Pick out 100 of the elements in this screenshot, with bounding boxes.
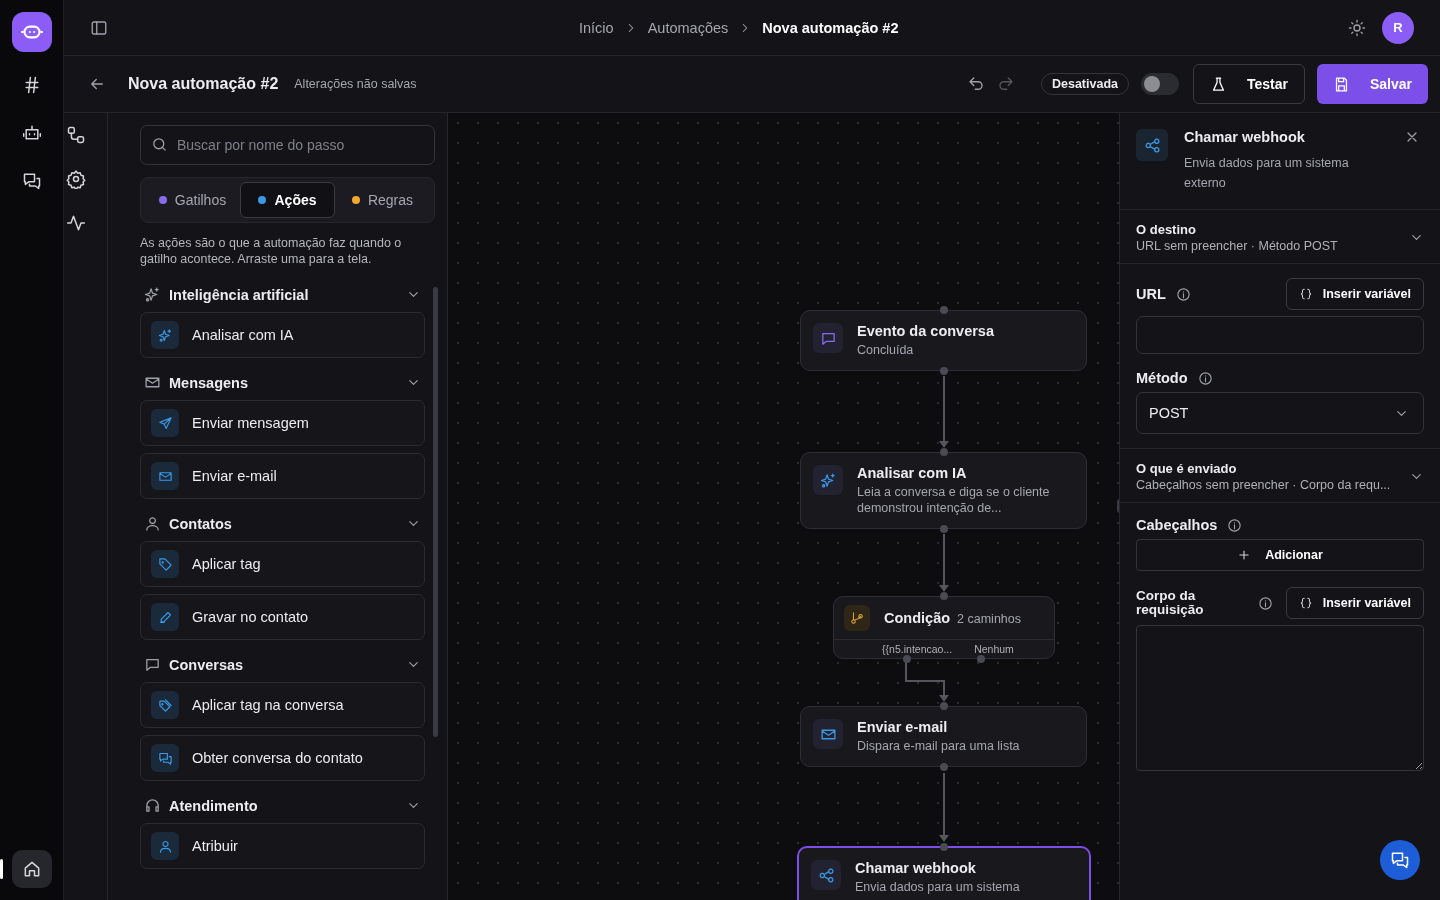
tab-description: As ações são o que a automação faz quando o gatilho acontece. Arraste uma para a tela. <box>140 235 403 267</box>
panel-description: Envia dados para um sistema externo <box>1184 155 1350 192</box>
info-icon[interactable] <box>1175 286 1191 302</box>
node-description: Dispara e-mail para uma lista <box>857 738 1020 754</box>
pen-icon <box>157 609 173 625</box>
info-icon[interactable] <box>1197 370 1213 386</box>
connection-handle[interactable] <box>940 843 948 851</box>
save-button[interactable]: Salvar <box>1316 64 1428 104</box>
field-label: URL <box>1136 286 1166 302</box>
section-header[interactable]: O que é enviado Cabeçalhos sem preencher · Corpo da requ... <box>1120 448 1440 503</box>
info-icon[interactable] <box>1227 517 1243 533</box>
sun-icon[interactable] <box>1348 18 1366 37</box>
category-tab[interactable]: Regras <box>335 182 430 218</box>
step-item[interactable]: Obter conversa do contato <box>140 735 425 781</box>
breadcrumb-link[interactable]: Automações <box>647 19 729 36</box>
node-description: Leia a conversa e diga se o cliente demonstrou intenção de... <box>857 484 1051 516</box>
chats-icon <box>157 750 173 766</box>
group-title[interactable]: Conversas <box>169 656 398 673</box>
plus-icon <box>1237 548 1252 562</box>
group-title[interactable]: Mensagens <box>169 374 398 391</box>
node-description: Envia dados para um sistema <box>855 879 1020 895</box>
connection-handle[interactable] <box>939 367 948 375</box>
connection-handle[interactable] <box>939 702 948 710</box>
chats-icon <box>1390 850 1410 870</box>
connection-handle[interactable] <box>977 655 986 663</box>
nodes-icon[interactable] <box>65 125 86 145</box>
add-header-button[interactable]: Adicionar <box>1136 539 1424 571</box>
method-select[interactable]: POST <box>1136 392 1424 434</box>
step-item[interactable]: Enviar mensagem <box>140 400 425 446</box>
url-input[interactable] <box>1136 316 1424 354</box>
unsaved-status: Alterações não salvas <box>294 77 417 91</box>
path-count: 2 caminhos <box>957 612 1021 626</box>
settings-icon[interactable] <box>65 169 86 189</box>
connection-handle[interactable] <box>939 306 948 314</box>
step-item[interactable]: Atribuir <box>140 823 425 869</box>
request-body-input[interactable] <box>1136 625 1424 771</box>
tags-icon <box>157 697 173 713</box>
group-title[interactable]: Inteligência artificial <box>169 286 398 303</box>
node-title: Analisar com IA <box>857 465 967 481</box>
search-field[interactable]: Buscar por nome do passo <box>140 125 435 165</box>
chat-icon <box>144 656 161 673</box>
activity-icon[interactable] <box>65 213 86 233</box>
step-item[interactable]: Aplicar tag <box>140 541 425 587</box>
category-tab[interactable]: Gatilhos <box>145 182 240 218</box>
app-logo[interactable] <box>11 12 52 52</box>
redo-icon[interactable] <box>996 75 1015 93</box>
braces-icon <box>1298 287 1313 301</box>
field-label: Cabeçalhos <box>1136 517 1218 533</box>
breadcrumb-current: Nova automação #2 <box>762 19 899 36</box>
branch-label: {{n5.intencao... <box>882 643 953 655</box>
node-description: Concluída <box>857 342 915 358</box>
tag-icon <box>157 556 173 572</box>
undo-icon[interactable] <box>966 75 985 93</box>
field-label: Corpo da requisição <box>1136 589 1205 617</box>
headset-icon <box>144 797 161 814</box>
section-title: O que é enviado <box>1136 461 1238 476</box>
activation-switch[interactable] <box>1140 73 1179 95</box>
breadcrumb-link[interactable]: Início <box>579 19 614 36</box>
user-avatar[interactable]: R <box>1382 11 1414 44</box>
home-nav-item[interactable] <box>11 850 52 888</box>
test-button[interactable]: Testar <box>1192 64 1305 104</box>
step-item[interactable]: Enviar e-mail <box>140 453 425 499</box>
connection-handle[interactable] <box>940 592 948 600</box>
info-icon[interactable] <box>1258 595 1273 611</box>
connector-arrow <box>939 533 949 592</box>
connection-handle[interactable] <box>939 525 948 533</box>
group-title[interactable]: Contatos <box>169 515 398 532</box>
node-title: Evento da conversa <box>857 323 994 339</box>
sparkles-icon <box>144 286 161 303</box>
chats-icon <box>21 171 42 191</box>
step-item[interactable]: Aplicar tag na conversa <box>140 682 425 728</box>
step-item[interactable]: Gravar no contato <box>140 594 425 640</box>
section-header[interactable]: O destino URL sem preencher · Método POST <box>1120 210 1440 264</box>
connection-handle[interactable] <box>939 763 948 771</box>
chat-support-button[interactable] <box>1380 840 1420 880</box>
flow-node[interactable]: Chamar webhook Envia dados para um sistema <box>797 846 1091 900</box>
connector-arrow <box>939 772 949 842</box>
send-icon <box>157 415 173 431</box>
section-summary: URL sem preencher · Método POST <box>1136 239 1339 253</box>
connection-handle[interactable] <box>902 655 911 663</box>
node-title: Enviar e-mail <box>857 719 948 735</box>
user-icon <box>157 838 173 854</box>
group-title[interactable]: Atendimento <box>169 797 398 814</box>
active-indicator <box>0 859 3 879</box>
automation-title: Nova automação #2 <box>128 75 279 93</box>
category-tab[interactable]: Ações <box>240 182 335 218</box>
node-title: Condição <box>884 610 951 626</box>
node-title: Chamar webhook <box>855 860 976 876</box>
panel-title: Chamar webhook <box>1184 129 1306 145</box>
section-summary: Cabeçalhos sem preencher · Corpo da requ... <box>1136 478 1392 492</box>
insert-variable-button[interactable]: Inserir variável <box>1285 278 1424 310</box>
share-icon <box>1143 136 1161 154</box>
section-title: O destino <box>1136 222 1197 237</box>
step-item[interactable]: Analisar com IA <box>140 312 425 358</box>
scrollbar[interactable] <box>433 287 438 737</box>
sparkles-icon <box>157 327 173 343</box>
sidebar-toggle-icon[interactable] <box>90 18 108 37</box>
insert-variable-button[interactable]: Inserir variável <box>1285 587 1424 619</box>
connection-handle[interactable] <box>939 448 948 456</box>
braces-icon <box>1298 596 1313 610</box>
